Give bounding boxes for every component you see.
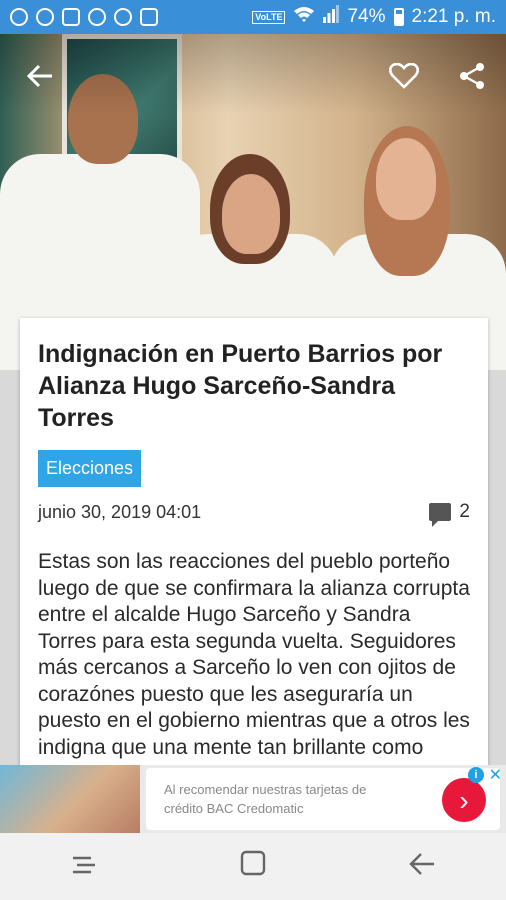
person-face [376, 138, 436, 220]
system-nav-bar [0, 833, 506, 900]
ad-open-button[interactable]: › [442, 778, 486, 822]
clock: 2:21 p. m. [411, 6, 497, 27]
person-face [222, 174, 280, 254]
chat-icon [88, 8, 106, 26]
status-bar: VoLTE 74% 2:21 p. m. [0, 0, 506, 34]
back-button[interactable] [20, 56, 60, 96]
comment-icon [429, 503, 452, 527]
ad-banner[interactable]: Al recomendar nuestras tarjetas de crédi… [0, 765, 506, 833]
article-card: Indignación en Puerto Barrios por Alianz… [20, 318, 488, 768]
heart-outline-icon [389, 63, 419, 89]
back-nav-button[interactable] [408, 850, 435, 884]
share-icon [460, 63, 484, 89]
chat-icon [114, 8, 132, 26]
home-icon [240, 850, 266, 875]
article-meta: junio 30, 2019 04:01 2 [38, 501, 470, 527]
home-button[interactable] [240, 850, 266, 884]
calendar-icon [62, 8, 80, 26]
whatsapp-icon [36, 8, 54, 26]
comment-count: 2 [459, 501, 470, 522]
favorite-button[interactable] [384, 56, 424, 96]
battery-percent: 74% [347, 6, 386, 27]
image-icon [140, 8, 158, 26]
category-tag[interactable]: Elecciones [38, 450, 142, 487]
share-button[interactable] [452, 56, 492, 96]
article-title: Indignación en Puerto Barrios por Alianz… [38, 340, 443, 432]
arrow-left-icon [27, 64, 52, 88]
comments-button[interactable]: 2 [429, 501, 470, 527]
battery-icon [393, 8, 404, 26]
signal-icon [323, 5, 340, 29]
ad-card[interactable]: Al recomendar nuestras tarjetas de crédi… [146, 768, 500, 830]
ad-close-icon[interactable]: ✕ [489, 765, 502, 785]
ad-info-icon[interactable]: i [468, 767, 484, 783]
recent-apps-icon [73, 856, 96, 873]
volte-indicator: VoLTE [252, 10, 286, 24]
ad-image[interactable] [0, 765, 140, 833]
recent-apps-button[interactable] [71, 850, 97, 884]
hero-gradient [0, 34, 506, 114]
article-body: Estas son las reacciones del pueblo port… [38, 550, 470, 768]
article-date: junio 30, 2019 04:01 [38, 501, 202, 522]
chevron-right-icon: › [459, 784, 469, 816]
back-arrow-icon [408, 852, 434, 875]
notification-icons [10, 8, 158, 26]
whatsapp-icon [10, 8, 28, 26]
wifi-icon [293, 5, 315, 29]
